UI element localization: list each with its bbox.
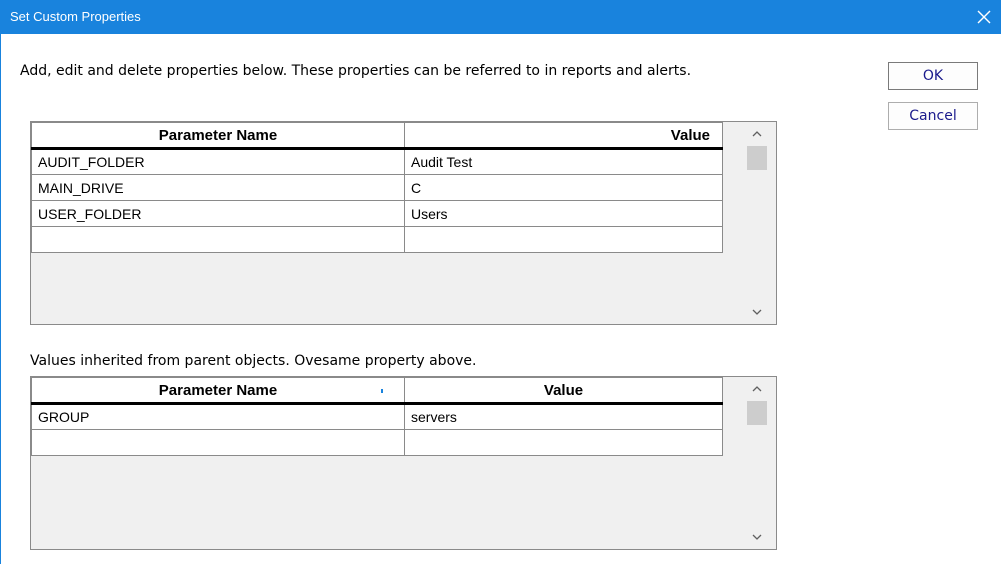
column-header-value[interactable]: Value (404, 377, 723, 405)
title-bar: Set Custom Properties (0, 0, 1001, 34)
scroll-up-icon[interactable] (738, 124, 776, 144)
table-row[interactable]: USER_FOLDER Users (31, 200, 723, 227)
properties-table: Parameter Name Value AUDIT_FOLDER Audit … (31, 122, 723, 253)
dialog-body: Add, edit and delete properties below. T… (0, 34, 1001, 564)
table-row[interactable] (31, 429, 723, 456)
properties-grid[interactable]: Parameter Name Value AUDIT_FOLDER Audit … (30, 121, 777, 325)
cell-value[interactable]: Users (404, 200, 723, 227)
scroll-down-icon[interactable] (738, 527, 776, 547)
column-header-value[interactable]: Value (404, 122, 723, 150)
cell-parameter-name[interactable]: USER_FOLDER (31, 200, 405, 227)
scroll-down-icon[interactable] (738, 302, 776, 322)
cell-value[interactable] (404, 429, 723, 456)
cell-parameter-name[interactable]: GROUP (31, 403, 405, 430)
header-row: Parameter Name Value (31, 122, 723, 150)
cell-parameter-name[interactable] (31, 226, 405, 253)
cell-value[interactable] (404, 226, 723, 253)
cell-value[interactable]: servers (404, 403, 723, 430)
header-row: Parameter Name Value (31, 377, 723, 405)
table-row[interactable] (31, 226, 723, 253)
scrollbar-thumb[interactable] (747, 146, 767, 170)
scroll-up-icon[interactable] (738, 379, 776, 399)
vertical-scrollbar[interactable] (738, 377, 776, 549)
cell-parameter-name[interactable]: MAIN_DRIVE (31, 174, 405, 201)
inherited-label: Values inherited from parent objects. Ov… (30, 353, 477, 369)
close-icon[interactable] (967, 0, 1001, 34)
cancel-button[interactable]: Cancel (888, 102, 978, 130)
cell-parameter-name[interactable] (31, 429, 405, 456)
inherited-table: Parameter Name Value GROUP servers (31, 377, 723, 456)
table-row[interactable]: GROUP servers (31, 403, 723, 430)
column-resize-marker (381, 389, 383, 393)
table-row[interactable]: MAIN_DRIVE C (31, 174, 723, 201)
inherited-grid[interactable]: Parameter Name Value GROUP servers (30, 376, 777, 550)
vertical-scrollbar[interactable] (738, 122, 776, 324)
cell-parameter-name[interactable]: AUDIT_FOLDER (31, 148, 405, 175)
column-header-parameter-name[interactable]: Parameter Name (31, 122, 405, 150)
table-row[interactable]: AUDIT_FOLDER Audit Test (31, 148, 723, 175)
window-title: Set Custom Properties (10, 9, 141, 24)
column-header-parameter-name[interactable]: Parameter Name (31, 377, 405, 405)
intro-label: Add, edit and delete properties below. T… (20, 63, 692, 79)
ok-button[interactable]: OK (888, 62, 978, 90)
scrollbar-thumb[interactable] (747, 401, 767, 425)
cell-value[interactable]: Audit Test (404, 148, 723, 175)
cell-value[interactable]: C (404, 174, 723, 201)
